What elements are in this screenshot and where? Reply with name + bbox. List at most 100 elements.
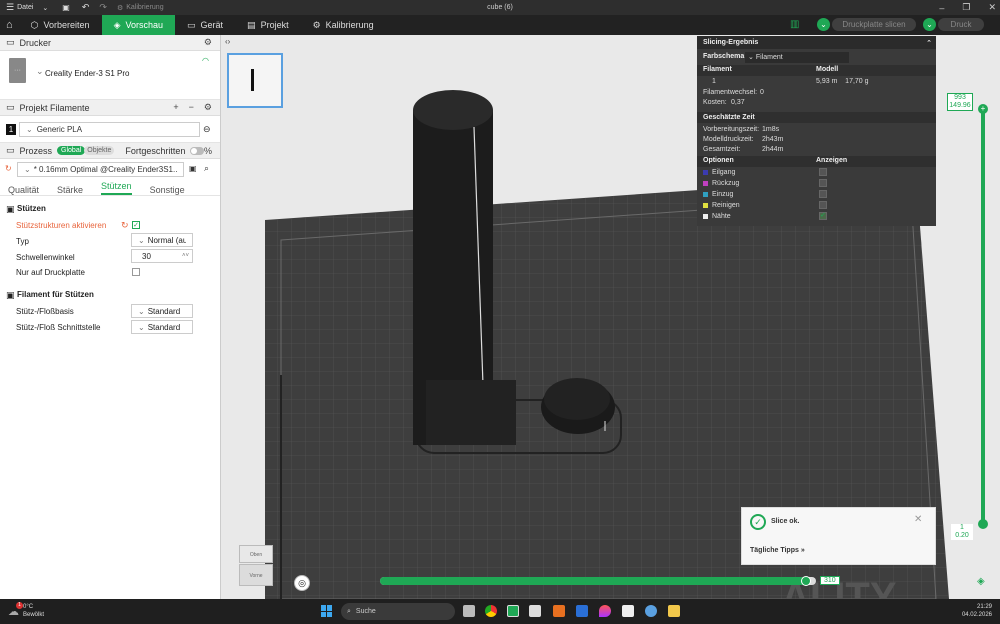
subtab-others[interactable]: Sonstige <box>150 185 185 195</box>
print-dropdown-button[interactable]: ⌄ <box>923 18 936 31</box>
plate-view-icon[interactable]: ▥ <box>790 19 799 30</box>
chevron-down-icon: ⌄ <box>820 20 827 29</box>
chevron-double-down-icon: » <box>800 547 805 554</box>
wifi-icon: ◠ <box>202 56 209 65</box>
tab-project[interactable]: ▤ Projekt <box>235 15 301 35</box>
home-button[interactable]: ⌂ <box>0 15 19 35</box>
subtab-support[interactable]: Stützen <box>101 181 132 195</box>
subtab-quality[interactable]: Qualität <box>8 185 39 195</box>
tab-prepare[interactable]: ⬡ Vorbereiten <box>19 15 102 35</box>
reset-icon[interactable]: ↻ <box>121 220 129 231</box>
collapse-icon[interactable]: ⌃ <box>926 39 932 47</box>
app-green-icon[interactable] <box>507 605 519 617</box>
remove-icon[interactable]: − <box>189 102 194 113</box>
notification-badge: 1 <box>16 602 23 609</box>
reset-icon[interactable]: ↻ <box>5 164 12 173</box>
weather-widget[interactable]: ☁ 1 0°C Bewölkt <box>8 602 44 619</box>
option-checkbox[interactable] <box>819 179 827 187</box>
color-scheme-select[interactable]: ⌄ Filament <box>745 52 849 63</box>
chrome-icon[interactable] <box>485 605 497 617</box>
save-icon[interactable]: ▣ <box>62 3 70 12</box>
option-checkbox[interactable] <box>819 201 827 209</box>
daily-tips-link[interactable]: Tägliche Tipps » <box>750 547 805 554</box>
calibration-icon: ⚙ <box>312 19 321 30</box>
profile-row: ↻ ⌄ * 0.16mm Optimal @Creality Ender3S1.… <box>0 159 220 180</box>
file-menu[interactable]: ☰ Datei ⌄ <box>6 2 48 13</box>
reset-view-icon[interactable]: ◎ <box>294 575 310 591</box>
move-slider-handle[interactable] <box>801 576 812 586</box>
print-button[interactable]: Druck <box>938 18 984 31</box>
move-slider[interactable] <box>380 576 816 586</box>
view-cube[interactable]: Oben Vorne <box>235 541 277 591</box>
settings-icon[interactable]: ⚙ <box>204 37 212 48</box>
chevron-down-icon: ⌄ <box>24 165 31 174</box>
advanced-toggle[interactable] <box>190 146 205 155</box>
chevron-down-icon: ⌄ <box>36 66 44 76</box>
tab-calibration[interactable]: ⚙ Kalibrierung <box>301 15 386 35</box>
raft-interface-select[interactable]: ⌄ Standard <box>131 320 193 334</box>
close-icon[interactable]: ✕ <box>914 514 922 525</box>
compare-icon[interactable]: % <box>204 146 212 156</box>
filament-row: 1 ⌄ Generic PLA ⊖ <box>0 116 220 143</box>
minimize-button[interactable]: – <box>939 3 944 13</box>
task-view-icon[interactable] <box>463 605 475 617</box>
restore-button[interactable]: ❐ <box>962 2 970 13</box>
redo-icon[interactable]: ↷ <box>99 2 107 13</box>
raft-base-select[interactable]: ⌄ Standard <box>131 304 193 318</box>
profile-select[interactable]: ⌄ * 0.16mm Optimal @Creality Ender3S1... <box>17 162 184 177</box>
move-slider-fill <box>380 577 808 585</box>
start-icon[interactable] <box>321 605 333 617</box>
search-box[interactable]: ⌕ Suche <box>341 603 455 620</box>
search-icon[interactable]: ⌕ <box>204 163 209 174</box>
project-icon: ▤ <box>247 19 256 30</box>
app-editor-icon[interactable] <box>529 605 541 617</box>
layer-top-handle[interactable]: + <box>978 104 988 114</box>
layer-bottom-handle[interactable] <box>978 519 988 529</box>
calibration-quick-button[interactable]: ⚙ Kalibrierung <box>117 4 164 12</box>
app-orange-icon[interactable] <box>553 605 565 617</box>
option-checkbox-checked[interactable]: ✓ <box>819 212 827 220</box>
slice-plate-button[interactable]: Druckplatte slicen <box>832 18 916 31</box>
tab-preview[interactable]: ◈ Vorschau <box>101 15 176 35</box>
filament-select[interactable]: ⌄ Generic PLA <box>19 122 200 137</box>
app-gear-icon[interactable] <box>645 605 657 617</box>
tab-device[interactable]: ▭ Gerät <box>175 15 235 35</box>
collapse-panel-icon[interactable]: ‹› <box>225 37 230 46</box>
option-color-swatch <box>703 181 708 186</box>
slice-dropdown-button[interactable]: ⌄ <box>817 18 830 31</box>
printer-selector[interactable]: ··· ⌄ Creality Ender-3 S1 Pro ◠ <box>0 51 220 100</box>
app-window-icon[interactable] <box>622 605 634 617</box>
settings-icon[interactable]: ⚙ <box>204 102 212 113</box>
chevron-down-icon: ⌄ <box>138 322 145 332</box>
layers-icon[interactable]: ◈ <box>977 576 985 587</box>
threshold-angle-stepper[interactable]: 30 ˄˅ <box>131 249 193 263</box>
save-profile-icon[interactable]: ▣ <box>189 164 197 173</box>
enable-support-checkbox[interactable]: ✓ <box>132 221 140 229</box>
subtab-strength[interactable]: Stärke <box>57 185 83 195</box>
edit-filament-icon[interactable]: ⊖ <box>203 124 211 135</box>
taskbar-clock[interactable]: 21:29 04.02.2026 <box>962 603 992 619</box>
process-icon: ▭ <box>6 145 15 155</box>
layer-slider[interactable]: + <box>978 101 988 531</box>
close-button[interactable]: ✕ <box>988 2 996 13</box>
app-drop-icon[interactable] <box>599 605 611 617</box>
toggle-objects[interactable]: Objekte <box>84 146 115 155</box>
plate-thumbnail[interactable] <box>227 53 283 108</box>
printer-icon: ▭ <box>6 37 15 47</box>
move-slider-value: 310 <box>820 576 840 585</box>
spin-icon[interactable]: ˄˅ <box>182 253 189 259</box>
filament-icon: ▭ <box>6 102 15 112</box>
chevron-down-icon: ⌄ <box>42 4 49 12</box>
option-color-swatch <box>703 214 708 219</box>
explorer-icon[interactable] <box>668 605 680 617</box>
app-blue-icon[interactable] <box>576 605 588 617</box>
toggle-global[interactable]: Global <box>57 146 86 155</box>
build-plate-only-checkbox[interactable] <box>132 268 140 276</box>
home-icon: ⌂ <box>6 19 13 31</box>
add-icon[interactable]: + <box>173 102 178 113</box>
support-type-select[interactable]: ⌄ Normal (au... <box>131 233 193 247</box>
support-section-icon: ▣ <box>6 204 15 214</box>
option-checkbox[interactable] <box>819 190 827 198</box>
option-checkbox[interactable] <box>819 168 827 176</box>
undo-icon[interactable]: ↶ <box>82 2 90 13</box>
